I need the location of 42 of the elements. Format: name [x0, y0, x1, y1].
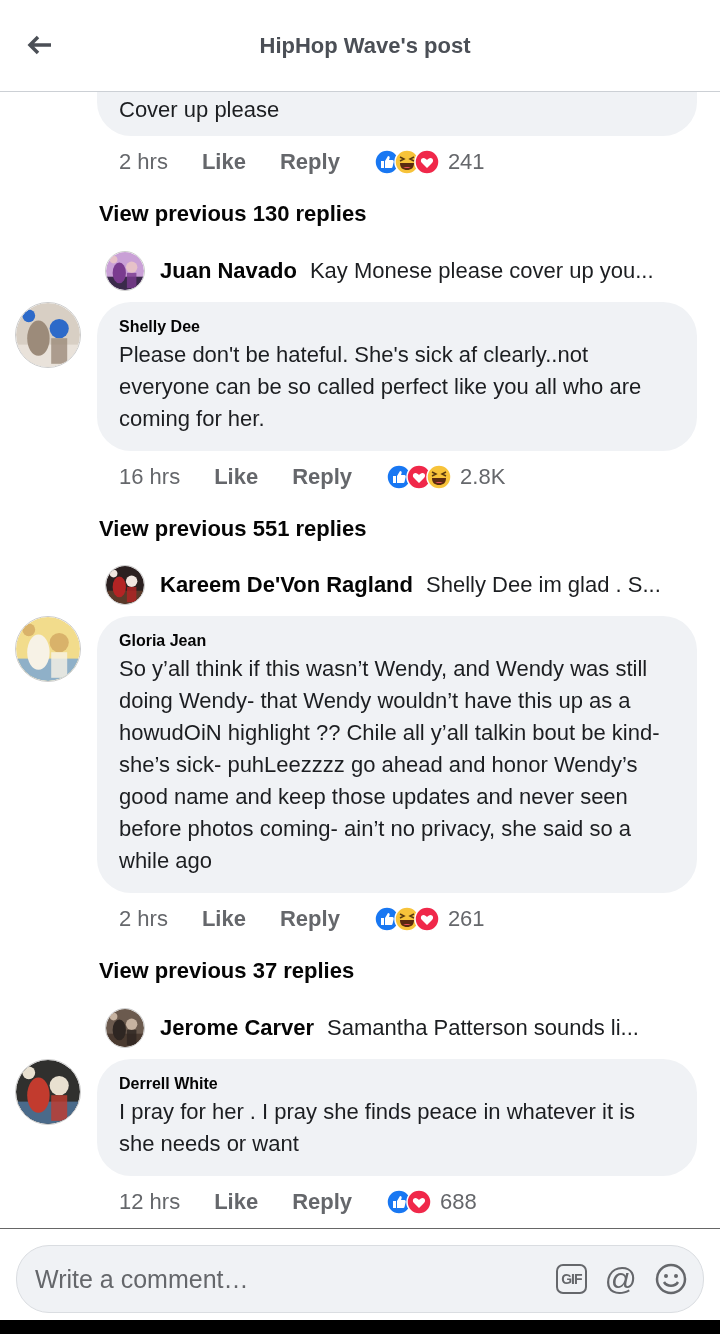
commenter-name[interactable]: Gloria Jean [119, 632, 673, 651]
like-link[interactable]: Like [214, 463, 259, 490]
heart-reaction-icon [413, 906, 440, 933]
comment-text: So y’all think if this wasn’t Wendy, and Wendy was still doing Wendy- that Wendy wouldn’t have this up as a howudOiN highlight ?? Chile all y’all talkin bout be kind- she’s sick- puhLeezzzz go ahead and honor Wendy’s good name and keep those updates and never seen before photos coming- ain’t no privacy, she said so a while ago [119, 655, 661, 876]
reaction-count[interactable]: 261 [447, 906, 485, 933]
like-link[interactable]: Like [214, 1189, 259, 1215]
view-replies-link[interactable]: View previous 130 replies [99, 201, 367, 226]
comment-time: 12 hrs [119, 1189, 181, 1215]
page-title: HipHop Wave's post [258, 32, 471, 59]
reply-link[interactable]: Reply [292, 1189, 353, 1215]
comment-time: 2 hrs [119, 906, 168, 933]
comment-text: Cover up please [119, 96, 281, 124]
replier-name[interactable]: Kareem De'Von Ragland [160, 572, 413, 599]
heart-reaction-icon [413, 149, 440, 175]
reply-snippet[interactable]: Shelly Dee im glad . S... [426, 572, 661, 599]
laughing-reaction-icon [426, 463, 453, 490]
comment-text: I pray for her . I pray she finds peace in whatever it is she needs or want [119, 1098, 637, 1158]
reply-link[interactable]: Reply [279, 906, 340, 933]
comment-text: Please don't be hateful. She's sick af clearly..not everyone can be so called perfect like you all who are coming for her. [119, 340, 643, 433]
mention-button[interactable]: @ [604, 1263, 637, 1295]
emoji-icon[interactable] [655, 1263, 687, 1295]
reaction-count[interactable]: 2.8K [460, 463, 506, 490]
view-replies-link[interactable]: View previous 37 replies [99, 958, 355, 984]
reaction-count[interactable]: 688 [440, 1189, 477, 1215]
gif-button[interactable]: GIF [556, 1264, 587, 1294]
comment-field[interactable]: Write a comment… GIF @ [16, 1245, 704, 1313]
commenter-name[interactable]: Shelly Dee [119, 317, 673, 336]
back-arrow-icon[interactable] [27, 35, 53, 55]
like-link[interactable]: Like [201, 149, 246, 175]
reply-snippet[interactable]: Samantha Patterson sounds li... [327, 1015, 639, 1042]
like-link[interactable]: Like [201, 906, 246, 933]
view-replies-link[interactable]: View previous 551 replies [99, 515, 367, 541]
reply-link[interactable]: Reply [292, 463, 353, 490]
replier-name[interactable]: Juan Navado [160, 257, 297, 284]
replier-name[interactable]: Jerome Carver [160, 1015, 315, 1042]
commenter-name[interactable]: Derrell White [119, 1075, 673, 1093]
reaction-count[interactable]: 241 [447, 149, 485, 175]
comment-time: 16 hrs [119, 463, 181, 490]
reply-snippet[interactable]: Kay Monese please cover up you... [309, 257, 654, 284]
comment-time: 2 hrs [119, 149, 168, 175]
reply-link[interactable]: Reply [279, 149, 340, 175]
heart-reaction-icon [406, 1189, 433, 1215]
